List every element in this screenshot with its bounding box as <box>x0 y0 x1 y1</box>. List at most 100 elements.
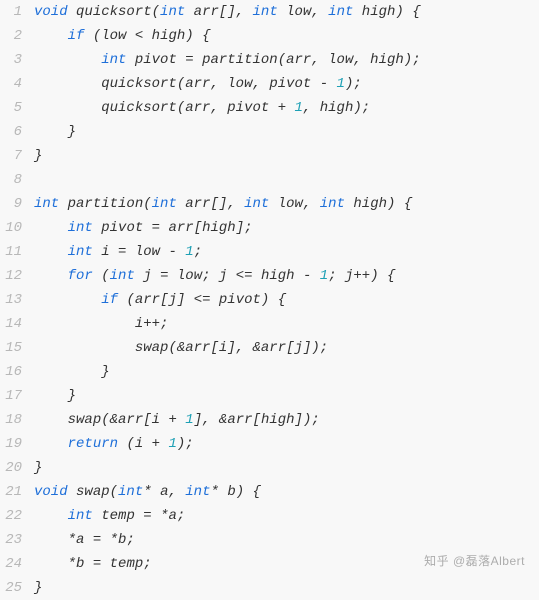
token-type: int <box>34 196 59 212</box>
token-id: a <box>76 532 84 548</box>
token-pun: , <box>311 4 319 20</box>
token-pun: , <box>303 100 311 116</box>
token-pun: ; <box>244 220 252 236</box>
token-kw: return <box>68 436 118 452</box>
token-pun: ) <box>236 484 244 500</box>
code-line <box>34 168 539 192</box>
line-number: 10 <box>0 216 22 240</box>
token-pun: , <box>227 196 235 212</box>
token-pun: ( <box>101 268 109 284</box>
token-id: arr <box>168 220 193 236</box>
token-pun: , <box>253 76 261 92</box>
token-pun: [ <box>210 340 218 356</box>
token-num: 1 <box>185 412 193 428</box>
token-pun: ( <box>93 28 101 44</box>
code-body: void quicksort(int arr[], int low, int h… <box>28 0 539 600</box>
token-id: pivot <box>269 76 311 92</box>
line-number: 7 <box>0 144 22 168</box>
token-pun: = <box>93 556 101 572</box>
token-pun: ] <box>227 340 235 356</box>
token-num: 1 <box>320 268 328 284</box>
token-pun: < <box>135 28 143 44</box>
token-pun: ; <box>362 100 370 116</box>
token-pun: = <box>160 268 168 284</box>
code-line: int i = low - 1; <box>34 240 539 264</box>
token-pun: [ <box>286 340 294 356</box>
token-type: int <box>110 268 135 284</box>
watermark: 知乎 @磊落Albert <box>424 549 525 573</box>
code-line: if (arr[j] <= pivot) { <box>34 288 539 312</box>
token-id: j <box>143 268 151 284</box>
line-number: 9 <box>0 192 22 216</box>
line-number: 25 <box>0 576 22 600</box>
token-id: arr <box>118 412 143 428</box>
token-pun: ) <box>395 4 403 20</box>
token-num: 1 <box>337 76 345 92</box>
token-id: b <box>76 556 84 572</box>
token-id: swap <box>68 412 102 428</box>
token-num: 1 <box>185 244 193 260</box>
token-pun: ] <box>194 412 202 428</box>
token-type: int <box>68 220 93 236</box>
token-pun: [] <box>219 4 236 20</box>
token-pun: - <box>168 244 176 260</box>
token-pun: ( <box>177 100 185 116</box>
token-pun: ) <box>353 100 361 116</box>
token-kw: if <box>68 28 85 44</box>
line-number: 15 <box>0 336 22 360</box>
token-id: swap <box>135 340 169 356</box>
token-id: arr <box>194 4 219 20</box>
token-pun: ; <box>311 412 319 428</box>
token-pun: ; <box>177 508 185 524</box>
token-pun: ; <box>194 244 202 260</box>
token-pun: + <box>278 100 286 116</box>
token-pun: & <box>177 340 185 356</box>
token-type: int <box>253 4 278 20</box>
token-type: int <box>118 484 143 500</box>
token-pun: [ <box>143 412 151 428</box>
token-id: partition <box>202 52 278 68</box>
token-id: i <box>135 316 143 332</box>
token-pun: ; <box>160 316 168 332</box>
token-pun: ; <box>320 340 328 356</box>
token-pun: ) <box>185 28 193 44</box>
token-id: i <box>135 436 143 452</box>
line-number: 13 <box>0 288 22 312</box>
token-kw: void <box>34 484 68 500</box>
token-kw: if <box>101 292 118 308</box>
line-number: 5 <box>0 96 22 120</box>
token-id: arr <box>227 412 252 428</box>
line-number: 12 <box>0 264 22 288</box>
code-line: void quicksort(int arr[], int low, int h… <box>34 0 539 24</box>
token-pun: ( <box>168 340 176 356</box>
token-pun: ] <box>177 292 185 308</box>
code-line: quicksort(arr, pivot + 1, high); <box>34 96 539 120</box>
token-pun: ; <box>143 556 151 572</box>
token-pun: = <box>152 220 160 236</box>
token-id: low <box>135 244 160 260</box>
token-id: pivot <box>219 292 261 308</box>
token-id: arr <box>185 196 210 212</box>
token-pun: ( <box>177 76 185 92</box>
code-line: void swap(int* a, int* b) { <box>34 480 539 504</box>
token-pun: ; <box>353 76 361 92</box>
token-id: low <box>101 28 126 44</box>
token-id: arr <box>185 76 210 92</box>
line-number: 19 <box>0 432 22 456</box>
token-pun: } <box>68 124 76 140</box>
token-pun: , <box>353 52 361 68</box>
token-pun: ) <box>311 340 319 356</box>
token-pun: ; <box>328 268 336 284</box>
token-id: high <box>152 28 186 44</box>
token-id: i <box>101 244 109 260</box>
token-pun: [] <box>211 196 228 212</box>
token-id: low <box>286 4 311 20</box>
code-line: int partition(int arr[], int low, int hi… <box>34 192 539 216</box>
token-num: 1 <box>295 100 303 116</box>
token-pun: * <box>110 532 118 548</box>
line-number: 18 <box>0 408 22 432</box>
line-number: 20 <box>0 456 22 480</box>
token-pun: - <box>320 76 328 92</box>
token-pun: + <box>168 412 176 428</box>
token-num: 1 <box>168 436 176 452</box>
